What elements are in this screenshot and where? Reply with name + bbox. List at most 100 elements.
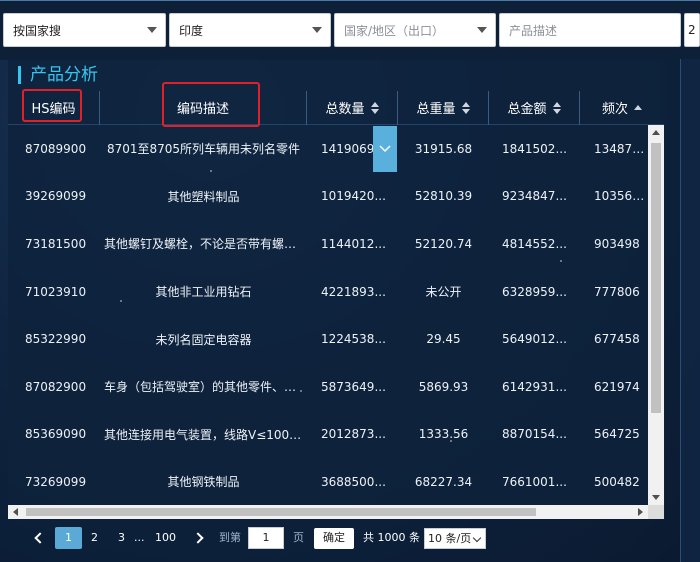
scrollbar-thumb[interactable] [26,508,536,516]
frequency-cell: 1035639... [594,189,648,204]
sort-ascending-icon[interactable] [634,105,642,110]
code-desc-cell: 其他非工业用钻石 [155,285,252,300]
expand-row-button[interactable] [373,126,397,172]
frequency-cell: 1348764... [594,141,648,156]
hs-code-cell: 87082900 [25,379,87,394]
hs-code-cell: 71023910 [25,284,87,299]
total-amount-cell: 5649012... [502,332,567,347]
table-row[interactable]: 87082900 车身（包括驾驶室）的其他零件、附件 5873649... 58… [8,363,648,411]
total-count: 共 1000 条 [363,531,420,544]
country-select[interactable]: 印度 [169,13,331,47]
export-region-select[interactable]: 国家/地区（出口） [334,13,496,47]
hs-code-cell: 87089900 [25,141,87,156]
page-1[interactable]: 1 [55,527,82,549]
sort-icon[interactable] [370,101,379,114]
frequency-cell: 677458 [594,332,640,347]
scroll-down-icon[interactable] [652,495,660,500]
code-desc-cell: 未列名固定电容器 [155,332,252,347]
scrollbar-thumb[interactable] [651,143,661,413]
total-amount-cell: 7661001... [502,474,567,489]
panel-title: 产品分析 [18,66,98,84]
total-quantity-cell: 5873649... [321,379,386,394]
table-header: HS编码 编码描述 总数量 总重量 总金额 频次 [8,90,664,125]
scroll-left-icon[interactable] [13,508,18,516]
col-frequency-label: 频次 [601,102,628,117]
page-size-select[interactable]: 10 条/页 [424,528,486,549]
table-row[interactable]: 85322990 未列名固定电容器 1224538... 29.45 56490… [8,315,648,363]
horizontal-scrollbar[interactable] [8,505,648,519]
code-desc-cell: 其他塑料制品 [167,189,240,204]
country-value: 印度 [179,23,204,38]
total-quantity-cell: 2012873... [321,427,386,442]
table-row[interactable]: 85369090 其他连接用电气装置，线路V≤1000伏 2012873... … [8,411,648,459]
hs-code-cell: 73269099 [25,474,87,489]
total-quantity-cell: 1019420... [321,189,386,204]
page-ellipsis[interactable]: ... [134,527,145,549]
total-amount-cell: 8870154... [502,427,567,442]
chevron-down-icon [312,27,322,33]
total-weight-cell: 1333.56 [418,427,469,442]
hs-code-cell: 39269099 [25,189,87,204]
goto-page-input[interactable]: 1 [248,527,284,549]
prev-page-icon[interactable] [34,532,46,544]
frequency-cell: 500482 [594,474,640,489]
col-frequency[interactable]: 频次 [580,91,664,125]
total-weight-cell: 31915.68 [414,141,473,156]
total-quantity-cell: 1224538... [321,332,386,347]
page-2[interactable]: 2 [91,527,98,549]
total-quantity-cell: 3688500... [321,474,386,489]
frequency-cell: 777806 [594,284,640,299]
frequency-cell: 564725 [594,427,640,442]
total-weight-cell: 29.45 [426,332,461,347]
total-amount-cell: 6328959... [502,284,567,299]
table-row[interactable]: 39269099 其他塑料制品 1019420... 52810.39 9234… [8,173,648,221]
right-panel [680,59,700,562]
sort-icon[interactable] [461,101,470,114]
page-size-value: 10 条/页 [428,532,472,545]
pagination: 1 2 3 ... 100 到第 1 页 确定 共 1000 条 10 条/页 [0,527,700,553]
goto-label: 到第 [219,531,241,544]
product-desc-input[interactable]: 产品描述 [499,13,681,47]
code-desc-cell: 8701至8705所列车辆用未列名零件 [106,142,301,157]
table-row[interactable]: 73269099 其他钢铁制品 3688500... 68227.34 7661… [8,458,648,505]
chevron-down-icon [379,145,391,153]
col-total-amount[interactable]: 总金额 [489,90,580,125]
total-weight-cell: 52120.74 [414,236,473,251]
confirm-button[interactable]: 确定 [314,528,354,549]
chevron-down-icon [147,27,157,33]
col-total-amount-label: 总金额 [507,102,547,117]
scrollbar-corner [648,505,664,519]
export-region-placeholder: 国家/地区（出口） [344,23,445,38]
product-desc-placeholder: 产品描述 [509,23,558,38]
total-weight-cell: 5869.93 [418,379,469,394]
code-desc-cell: 其他连接用电气装置，线路V≤1000伏 [104,427,307,442]
scroll-right-icon[interactable] [638,508,643,516]
table-row[interactable]: 71023910 其他非工业用钻石 4221893... 未公开 6328959… [8,268,648,316]
page-3[interactable]: 3 [118,527,125,549]
table-row[interactable]: 87089900 8701至8705所列车辆用未列名零件 1419069... … [8,125,648,173]
hs-code-cell: 85322990 [25,332,87,347]
total-quantity-cell: 4221893... [321,284,386,299]
next-page-icon[interactable] [192,532,204,544]
code-desc-cell: 其他螺钉及螺栓，不论是否带有螺母或垫圈 [104,237,307,252]
total-amount-cell: 4814552... [502,236,567,251]
table-row[interactable]: 73181500 其他螺钉及螺栓，不论是否带有螺母或垫圈 1144012... … [8,220,648,268]
total-weight-cell: 52810.39 [414,189,473,204]
page-unit-label: 页 [293,531,304,544]
col-total-weight[interactable]: 总重量 [398,90,489,125]
vertical-scrollbar[interactable] [648,125,664,505]
total-amount-cell: 1841502... [502,141,567,156]
total-weight-cell: 未公开 [425,285,462,300]
scroll-up-icon[interactable] [652,130,660,135]
sort-icon[interactable] [552,101,561,114]
page-last[interactable]: 100 [155,527,176,549]
col-total-quantity[interactable]: 总数量 [307,90,398,125]
total-amount-cell: 6142931... [502,379,567,394]
total-amount-cell: 9234847... [502,189,567,204]
table-body: 87089900 8701至8705所列车辆用未列名零件 1419069... … [8,125,648,505]
search-type-select[interactable]: 按国家搜 [3,13,166,47]
highlight-box-hs-code [22,89,82,122]
chevron-down-icon [477,27,487,33]
code-desc-cell: 其他钢铁制品 [167,475,240,490]
extra-filter[interactable]: 2 [684,13,700,47]
